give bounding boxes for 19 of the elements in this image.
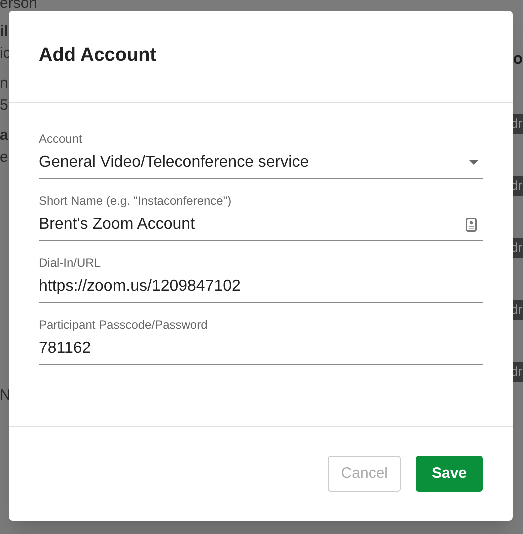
- dialog-title: Add Account: [39, 44, 157, 68]
- input-field[interactable]: 781162: [39, 333, 483, 365]
- background-text: n: [0, 74, 8, 94]
- field-label: Account: [39, 131, 84, 147]
- field-label: Short Name (e.g. "Instaconference"): [39, 193, 233, 209]
- field-label: Participant Passcode/Password: [39, 317, 209, 333]
- background-text: il: [0, 22, 8, 42]
- account-select[interactable]: General Video/Teleconference service: [39, 147, 483, 179]
- background-text: 5: [0, 96, 8, 116]
- input-field[interactable]: Brent's Zoom Account: [39, 209, 483, 241]
- background-text: e: [0, 148, 8, 168]
- dropdown-caret-icon: [469, 160, 479, 165]
- background-text: a: [0, 126, 8, 146]
- save-button[interactable]: Save: [416, 456, 483, 492]
- background-heading: o: [513, 50, 523, 70]
- contact-card-icon[interactable]: [466, 218, 477, 232]
- background-text: erson: [0, 0, 38, 14]
- field-label: Dial-In/URL: [39, 255, 102, 271]
- input-field[interactable]: https://zoom.us/1209847102: [39, 271, 483, 303]
